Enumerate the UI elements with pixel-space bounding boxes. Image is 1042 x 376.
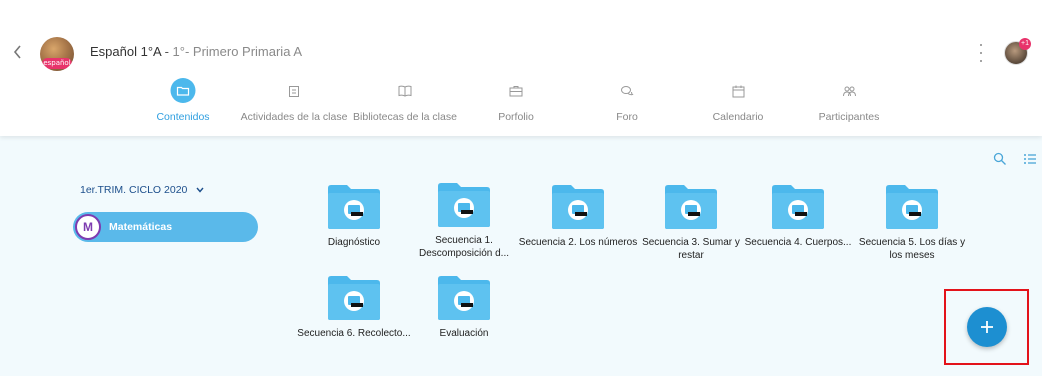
tab-participantes[interactable]: Participantes bbox=[789, 76, 909, 132]
tab-label: Foro bbox=[616, 111, 638, 123]
search-icon bbox=[993, 152, 1006, 165]
search-button[interactable] bbox=[993, 152, 1009, 168]
folder-name: Diagnóstico bbox=[327, 237, 381, 248]
tab-label: Actividades de la clase bbox=[240, 111, 348, 123]
tab-foro[interactable]: Foro bbox=[567, 76, 687, 132]
folder-icon bbox=[170, 78, 196, 103]
tab-label: Contenidos bbox=[156, 111, 210, 123]
folder-item[interactable]: Diagnóstico bbox=[294, 184, 414, 268]
people-icon bbox=[838, 80, 860, 102]
folder-icon bbox=[328, 276, 380, 320]
folder-item[interactable]: Evaluación bbox=[404, 275, 524, 359]
tab-label: Calendario bbox=[712, 111, 764, 123]
activities-icon bbox=[283, 80, 305, 102]
folder-name: Secuencia 1. Descomposición d... bbox=[418, 235, 510, 259]
notification-badge: +1 bbox=[1019, 38, 1031, 50]
subject-label: Matemáticas bbox=[109, 221, 173, 233]
course-avatar: español bbox=[40, 37, 74, 71]
folder-item[interactable]: Secuencia 1. Descomposición d... bbox=[404, 182, 524, 266]
chat-icon bbox=[616, 80, 638, 102]
contents-area: 1er.TRIM. CICLO 2020 M Matemáticas Diagn… bbox=[0, 136, 1042, 376]
course-avatar-badge: español bbox=[42, 58, 72, 69]
chevron-down-icon bbox=[196, 184, 204, 196]
folder-icon bbox=[438, 183, 490, 227]
tab-label: Porfolio bbox=[498, 111, 534, 123]
tab-bibliotecas[interactable]: Bibliotecas de la clase bbox=[345, 76, 465, 132]
briefcase-icon bbox=[505, 80, 527, 102]
folder-name: Secuencia 3. Sumar y restar bbox=[642, 237, 740, 261]
folder-item[interactable]: Secuencia 6. Recolecto... bbox=[294, 275, 414, 359]
add-content-button[interactable] bbox=[967, 307, 1007, 347]
book-icon bbox=[394, 80, 416, 102]
more-options-button[interactable] bbox=[977, 44, 985, 62]
folder-icon bbox=[665, 185, 717, 229]
folder-item[interactable]: Secuencia 3. Sumar y restar bbox=[631, 184, 751, 268]
folder-icon bbox=[328, 185, 380, 229]
folder-name: Secuencia 4. Cuerpos... bbox=[744, 237, 852, 248]
tab-calendario[interactable]: Calendario bbox=[678, 76, 798, 132]
calendar-icon bbox=[727, 80, 749, 102]
folder-item[interactable]: Secuencia 5. Los días y los meses bbox=[852, 184, 972, 268]
course-header: español Español 1°A - 1°- Primero Primar… bbox=[0, 0, 1042, 136]
folder-name: Secuencia 5. Los días y los meses bbox=[858, 237, 966, 261]
kebab-dot-icon bbox=[980, 52, 982, 54]
list-view-button[interactable] bbox=[1023, 152, 1039, 168]
plus-icon bbox=[981, 321, 993, 333]
course-name: Español 1°A bbox=[90, 44, 161, 59]
kebab-dot-icon bbox=[980, 60, 982, 62]
folder-item[interactable]: Secuencia 4. Cuerpos... bbox=[738, 184, 858, 268]
folder-icon bbox=[552, 185, 604, 229]
term-selector-label: 1er.TRIM. CICLO 2020 bbox=[80, 184, 188, 196]
page-title: Español 1°A - 1°- Primero Primaria A bbox=[90, 44, 302, 59]
title-separator: - bbox=[160, 44, 173, 59]
term-selector[interactable]: 1er.TRIM. CICLO 2020 bbox=[80, 184, 204, 196]
folder-item[interactable]: Secuencia 2. Los números bbox=[518, 184, 638, 268]
tab-contenidos[interactable]: Contenidos bbox=[123, 76, 243, 132]
folder-name: Secuencia 6. Recolecto... bbox=[297, 328, 411, 339]
tab-porfolio[interactable]: Porfolio bbox=[456, 76, 576, 132]
group-name: 1°- Primero Primaria A bbox=[172, 44, 302, 59]
tab-label: Participantes bbox=[818, 111, 880, 123]
tab-actividades[interactable]: Actividades de la clase bbox=[234, 76, 354, 132]
tab-label: Bibliotecas de la clase bbox=[353, 111, 457, 123]
subject-matematicas[interactable]: M Matemáticas bbox=[73, 212, 258, 242]
folder-name: Evaluación bbox=[439, 328, 489, 339]
subject-badge: M bbox=[75, 214, 101, 240]
chevron-left-icon bbox=[13, 45, 21, 59]
back-button[interactable] bbox=[8, 42, 28, 62]
list-view-icon bbox=[1024, 154, 1036, 164]
folder-name: Secuencia 2. Los números bbox=[518, 237, 638, 248]
folder-icon bbox=[772, 185, 824, 229]
folder-icon bbox=[886, 185, 938, 229]
folder-icon bbox=[438, 276, 490, 320]
kebab-dot-icon bbox=[980, 44, 982, 46]
